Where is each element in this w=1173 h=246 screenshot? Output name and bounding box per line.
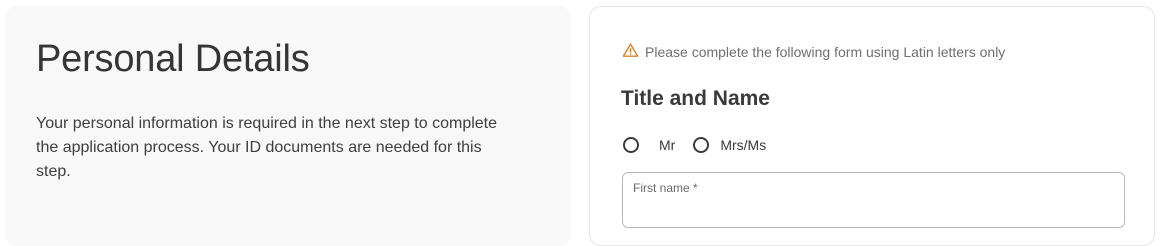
notice-text: Please complete the following form using…	[645, 44, 1006, 60]
first-name-input[interactable]	[633, 199, 1113, 221]
intro-description: Your personal information is required in…	[36, 115, 498, 180]
radio-label-mrs-ms: Mrs/Ms	[720, 137, 767, 153]
personal-details-form-panel: Please complete the following form using…	[589, 6, 1155, 246]
first-name-label: First name *	[633, 181, 698, 195]
title-and-name-heading: Title and Name	[621, 87, 770, 110]
warning-triangle-icon	[622, 42, 639, 62]
page-title: Personal Details	[36, 38, 310, 80]
personal-details-intro-panel: Personal Details Your personal informati…	[5, 6, 571, 246]
title-option-mr[interactable]: Mr	[623, 137, 675, 153]
title-radio-group: Mr Mrs/Ms	[623, 137, 766, 153]
first-name-field[interactable]: First name *	[622, 172, 1125, 228]
latin-letters-notice: Please complete the following form using…	[622, 42, 1005, 62]
radio-mrs-ms[interactable]	[693, 137, 710, 153]
radio-label-mr: Mr	[659, 137, 676, 153]
title-option-mrs-ms[interactable]: Mrs/Ms	[693, 137, 766, 153]
radio-mr[interactable]	[623, 137, 639, 153]
